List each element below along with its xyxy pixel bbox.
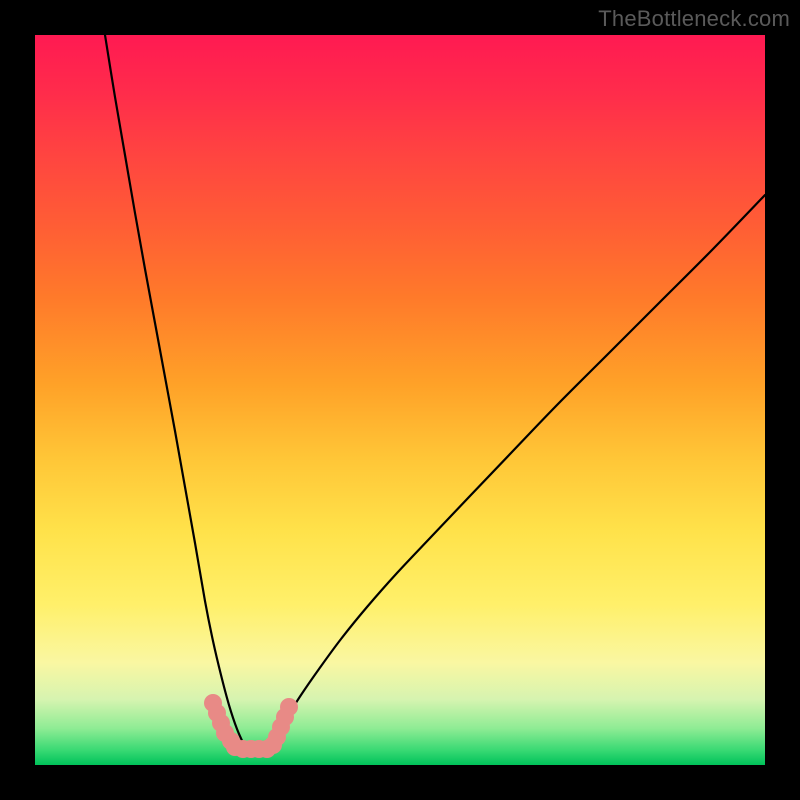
right-curve <box>265 195 765 747</box>
watermark-text: TheBottleneck.com <box>598 6 790 32</box>
left-curve <box>105 35 245 747</box>
marker-dot <box>280 698 298 716</box>
curve-layer <box>35 35 765 765</box>
chart-frame: TheBottleneck.com <box>0 0 800 800</box>
plot-area <box>35 35 765 765</box>
bottom-marker-cluster <box>204 694 298 758</box>
